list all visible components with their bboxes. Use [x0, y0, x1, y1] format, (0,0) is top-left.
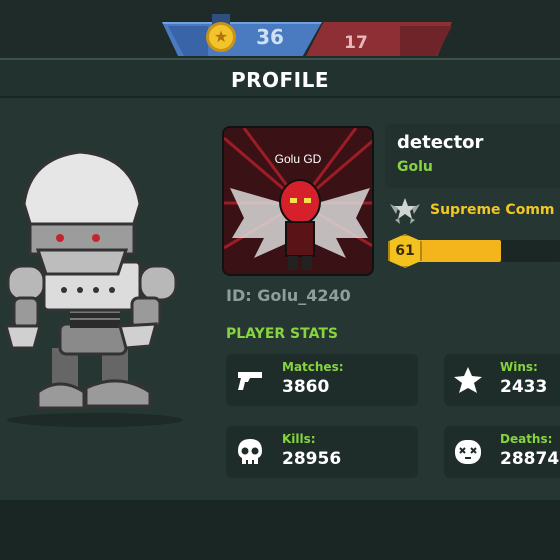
stat-kills: Kills: 28956 [226, 426, 418, 478]
avatar-name-tag: Golu GD [274, 152, 322, 166]
player-id: ID: Golu_4240 [226, 286, 351, 305]
player-stats-heading: PLAYER STATS [226, 326, 338, 342]
star-medal-icon: ★ [203, 14, 239, 54]
player-name-card: detector Golu [385, 124, 560, 188]
level-progress-fill [412, 240, 501, 262]
rank-title: Supreme Comm [430, 202, 555, 218]
matches-label: Matches: [282, 360, 344, 374]
player-character [4, 150, 183, 427]
wins-label: Wins: [500, 360, 538, 374]
dead-face-icon [452, 436, 484, 468]
rank-row: Supreme Comm [388, 194, 560, 226]
clan-name[interactable]: Golu [397, 159, 433, 175]
skull-icon [234, 436, 266, 468]
profile-header: PROFILE [0, 60, 560, 98]
winged-star-rank-icon [390, 198, 420, 224]
wins-value: 2433 [500, 377, 548, 397]
page-title: PROFILE [230, 68, 330, 92]
player-name: detector [397, 132, 484, 153]
bottom-strip [0, 500, 560, 560]
red-team-score: 17 [344, 33, 368, 53]
red-team-banner-tail [400, 26, 452, 56]
deaths-label: Deaths: [500, 432, 553, 446]
avatar-art [224, 128, 372, 274]
level-progress-track [412, 240, 560, 262]
stat-wins: Wins: 2433 [444, 354, 560, 406]
star-icon [452, 364, 484, 396]
player-avatar[interactable]: Golu GD [222, 126, 374, 276]
level-number: 61 [395, 243, 415, 259]
matches-value: 3860 [282, 377, 330, 397]
stat-deaths: Deaths: 28874 [444, 426, 560, 478]
stat-matches: Matches: 3860 [226, 354, 418, 406]
score-banner: ★ 36 17 [0, 0, 560, 58]
kills-value: 28956 [282, 449, 342, 469]
kills-label: Kills: [282, 432, 316, 446]
pistol-icon [234, 364, 266, 396]
blue-team-score: 36 [256, 25, 284, 49]
level-progress: 61 [388, 234, 560, 268]
deaths-value: 28874 [500, 449, 560, 469]
profile-panel: PROFILE Golu GD ID: Golu_4240 detector G… [0, 58, 560, 500]
